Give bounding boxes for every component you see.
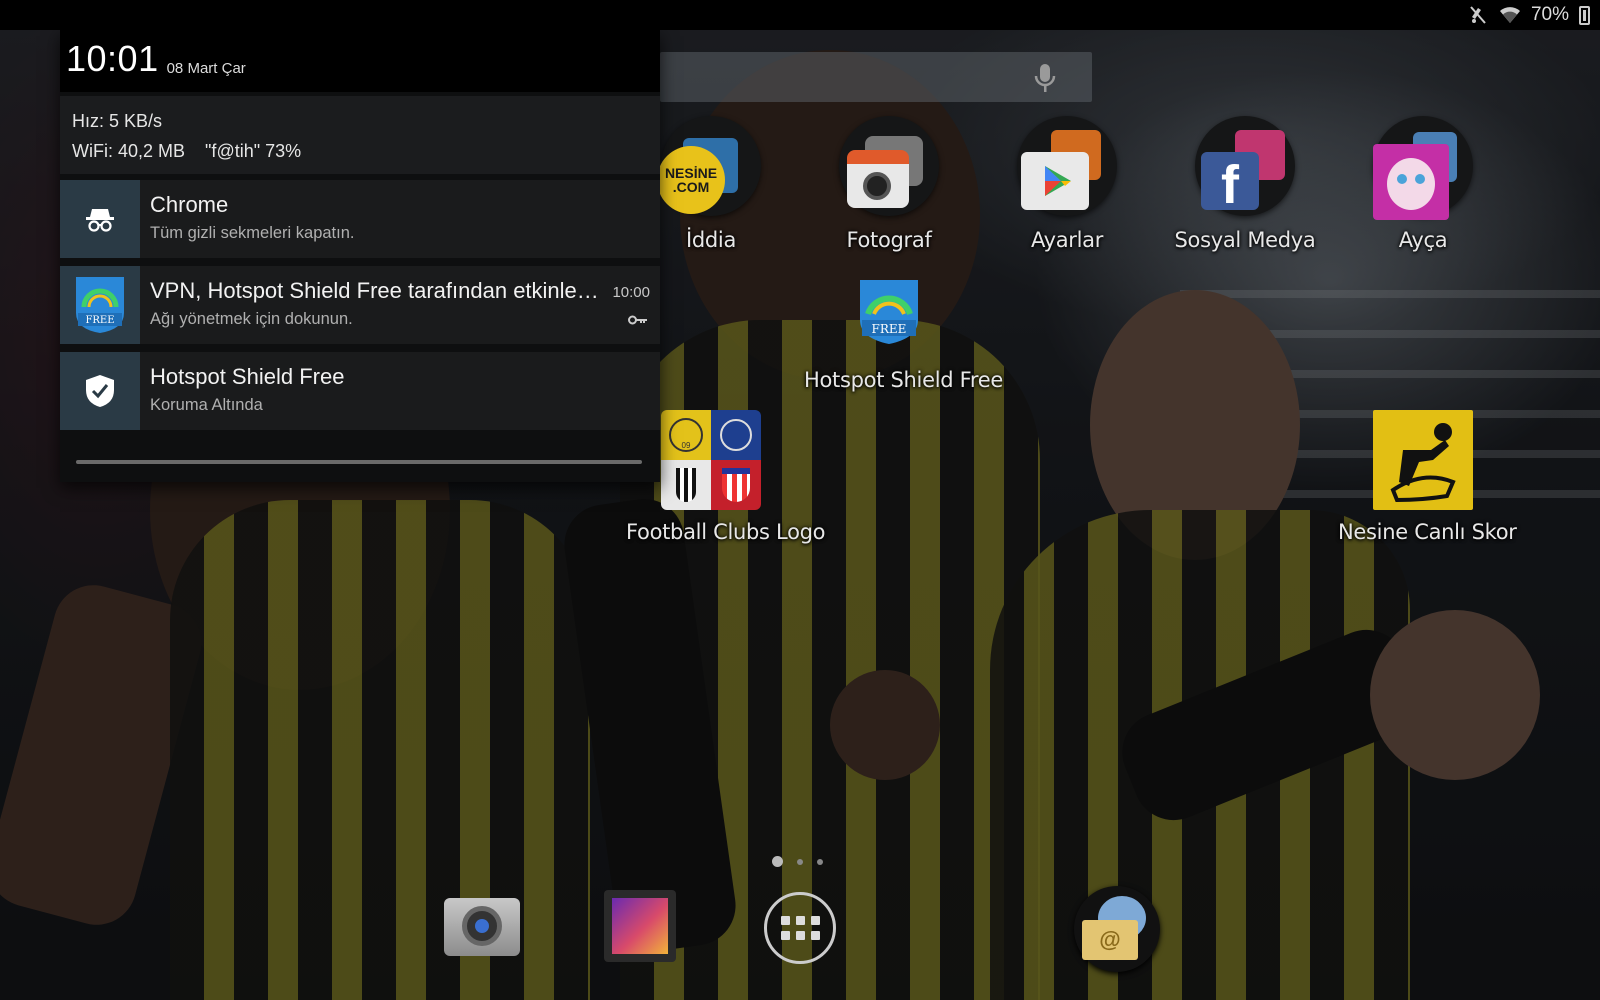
nesine-canli-skor-icon [1373,410,1473,510]
camera-icon [444,898,520,956]
folder-icon: NESİNE .COM [657,116,761,216]
notification-title: VPN, Hotspot Shield Free tarafından etki… [150,278,600,303]
app-label-fotograf: Fotograf [846,228,932,252]
status-bar: 70% [0,0,1600,30]
folder-icon [1017,116,1117,216]
app-hotspot-shield[interactable]: FREE Hotspot Shield Free [804,276,1003,392]
folder-ayarlar[interactable]: Ayarlar [982,116,1152,252]
microphone-icon[interactable] [1034,62,1056,94]
notification-text: Tüm gizli sekmeleri kapatın. [150,224,355,242]
email-icon: @ [1074,886,1160,972]
shade-drag-handle[interactable] [76,460,642,464]
gallery-icon [604,890,676,962]
folder-icon [1373,116,1473,220]
folder-icon [839,116,939,216]
all-apps-icon [764,892,836,964]
notification-hotspot-shield[interactable]: Hotspot Shield Free Koruma Altında [60,352,660,430]
page-dot [797,858,803,865]
page-dot [817,858,823,865]
camera-app-icon [847,150,909,208]
hotspot-shield-icon: FREE [60,266,140,344]
folder-icon: f [1195,116,1295,216]
notification-shade: 10:01 08 Mart Çar Hız: 5 KB/s WiFi: 40,2… [60,30,660,482]
shade-header: 10:01 08 Mart Çar [60,30,660,92]
notification-text: Koruma Altında [150,396,263,414]
wifi-icon [1499,5,1521,25]
battery-icon [1579,5,1590,25]
shield-check-icon [60,352,140,430]
free-badge: FREE [871,322,907,336]
folder-sosyal-medya[interactable]: f Sosyal Medya [1160,116,1330,252]
app-label-football-clubs-logo: Football Clubs Logo [626,520,826,544]
dock-all-apps[interactable] [764,892,836,964]
app-nesine-canli-skor[interactable]: Nesine Canlı Skor [1338,410,1517,544]
hotspot-shield-icon: FREE [854,276,924,346]
app-label-hotspot-shield: Hotspot Shield Free [804,368,1003,392]
app-label-nesine-canli-skor: Nesine Canlı Skor [1338,520,1517,544]
net-speed: Hız: 5 KB/s [72,111,163,131]
notification-title: Hotspot Shield Free [150,364,345,389]
dock-email[interactable]: @ [1074,886,1160,972]
battery-percent: 70% [1530,4,1569,25]
search-bar[interactable] [660,52,1092,102]
app-label-sosyal-medya: Sosyal Medya [1174,228,1316,252]
shade-clock: 10:01 [66,38,159,79]
dortmund-logo: 09 [669,418,703,452]
network-monitor-notification[interactable]: Hız: 5 KB/s WiFi: 40,2 MB "f@tih" 73% [60,96,660,174]
page-dot [772,856,783,867]
dock-gallery[interactable] [604,890,676,962]
incognito-icon [60,180,140,258]
wifi-signal: 73% [265,141,302,161]
notification-chrome[interactable]: Chrome Tüm gizli sekmeleri kapatın. [60,180,660,258]
wifi-line: WiFi: 40,2 MB "f@tih" 73% [72,136,648,166]
notification-vpn[interactable]: FREE VPN, Hotspot Shield Free tarafından… [60,266,660,344]
app-label-ayarlar: Ayarlar [1030,228,1104,252]
wifi-usage: WiFi: 40,2 MB [72,141,186,161]
notification-title: Chrome [150,192,229,217]
page-indicator [772,856,823,867]
wifi-name: "f@tih" [205,141,261,161]
shade-date: 08 Mart Çar [166,60,246,77]
talking-angela-icon [1373,144,1449,220]
nesine-icon: NESİNE .COM [657,146,725,214]
app-label-ayca: Ayça [1398,228,1448,252]
free-badge: FREE [85,315,114,326]
play-store-icon [1021,152,1089,210]
mute-icon [1467,5,1489,25]
folder-fotograf[interactable]: Fotograf [804,116,974,252]
dock-camera[interactable] [444,898,520,956]
facebook-icon: f [1201,152,1259,212]
notification-text: Ağı yönetmek için dokunun. [150,310,353,328]
football-clubs-icon: 09 [661,410,761,510]
vpn-key-icon [628,312,648,330]
notification-time: 10:00 [612,284,650,301]
folder-ayca[interactable]: Ayça [1338,116,1508,252]
